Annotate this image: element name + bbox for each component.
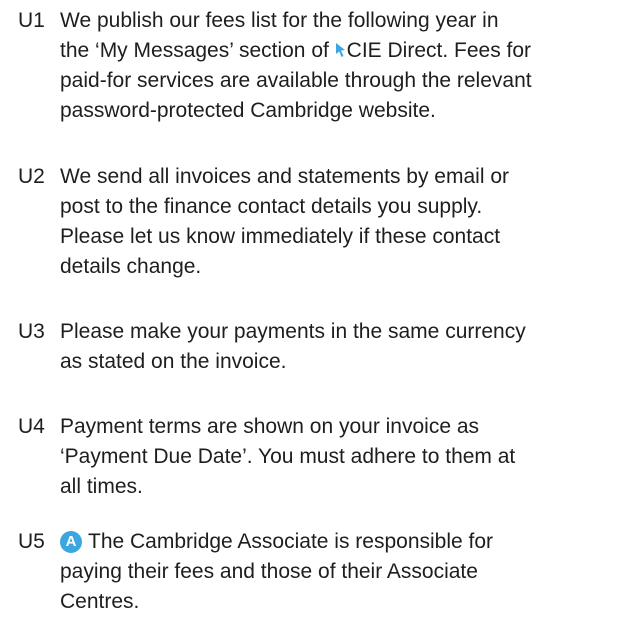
clause-line: A The Cambridge Associate is responsible … [60, 527, 620, 557]
clause-line: Centres. [60, 590, 140, 613]
clause-line: Please make your payments in the same cu… [60, 320, 526, 343]
clause-number: U1 [18, 9, 45, 32]
clause-line: the ‘My Messages’ section of CIE Direct.… [60, 36, 620, 66]
clause-line: details change. [60, 255, 202, 278]
clause-line-end: CIE Direct. Fees for [346, 39, 532, 62]
clause-line: ‘Payment Due Date’. You must adhere to t… [60, 445, 516, 468]
associate-badge-icon: A [60, 531, 82, 553]
clause-line-start: the ‘My Messages’ section of [60, 39, 335, 62]
clause-number: U4 [18, 415, 45, 438]
clause-line-text: The Cambridge Associate is responsible f… [88, 530, 494, 553]
clause-line: Please let us know immediately if these … [60, 225, 501, 248]
clause-number: U3 [18, 320, 45, 343]
clause-number: U5 [18, 530, 45, 553]
clause-text: We send all invoices and statements by e… [60, 162, 620, 282]
clause-text: We publish our fees list for the followi… [60, 6, 620, 126]
fees-payment-terms-document: U1 We publish our fees list for the foll… [0, 0, 628, 617]
clause-line: Payment terms are shown on your invoice … [60, 415, 480, 438]
clause-line: password-protected Cambridge website. [60, 99, 436, 122]
clause-line: We send all invoices and statements by e… [60, 165, 509, 188]
clause-text: Please make your payments in the same cu… [60, 317, 620, 377]
clause-line: We publish our fees list for the followi… [60, 9, 499, 32]
clause-line: post to the finance contact details you … [60, 195, 483, 218]
clause-line: paid-for services are available through … [60, 69, 532, 92]
clause-number: U2 [18, 165, 45, 188]
clause-text: A The Cambridge Associate is responsible … [60, 527, 620, 617]
clause-line: all times. [60, 475, 143, 498]
clause-line: as stated on the invoice. [60, 350, 287, 373]
clause-line: paying their fees and those of their Ass… [60, 560, 478, 583]
clause-text: Payment terms are shown on your invoice … [60, 412, 620, 502]
cursor-arrow-icon [335, 43, 345, 57]
